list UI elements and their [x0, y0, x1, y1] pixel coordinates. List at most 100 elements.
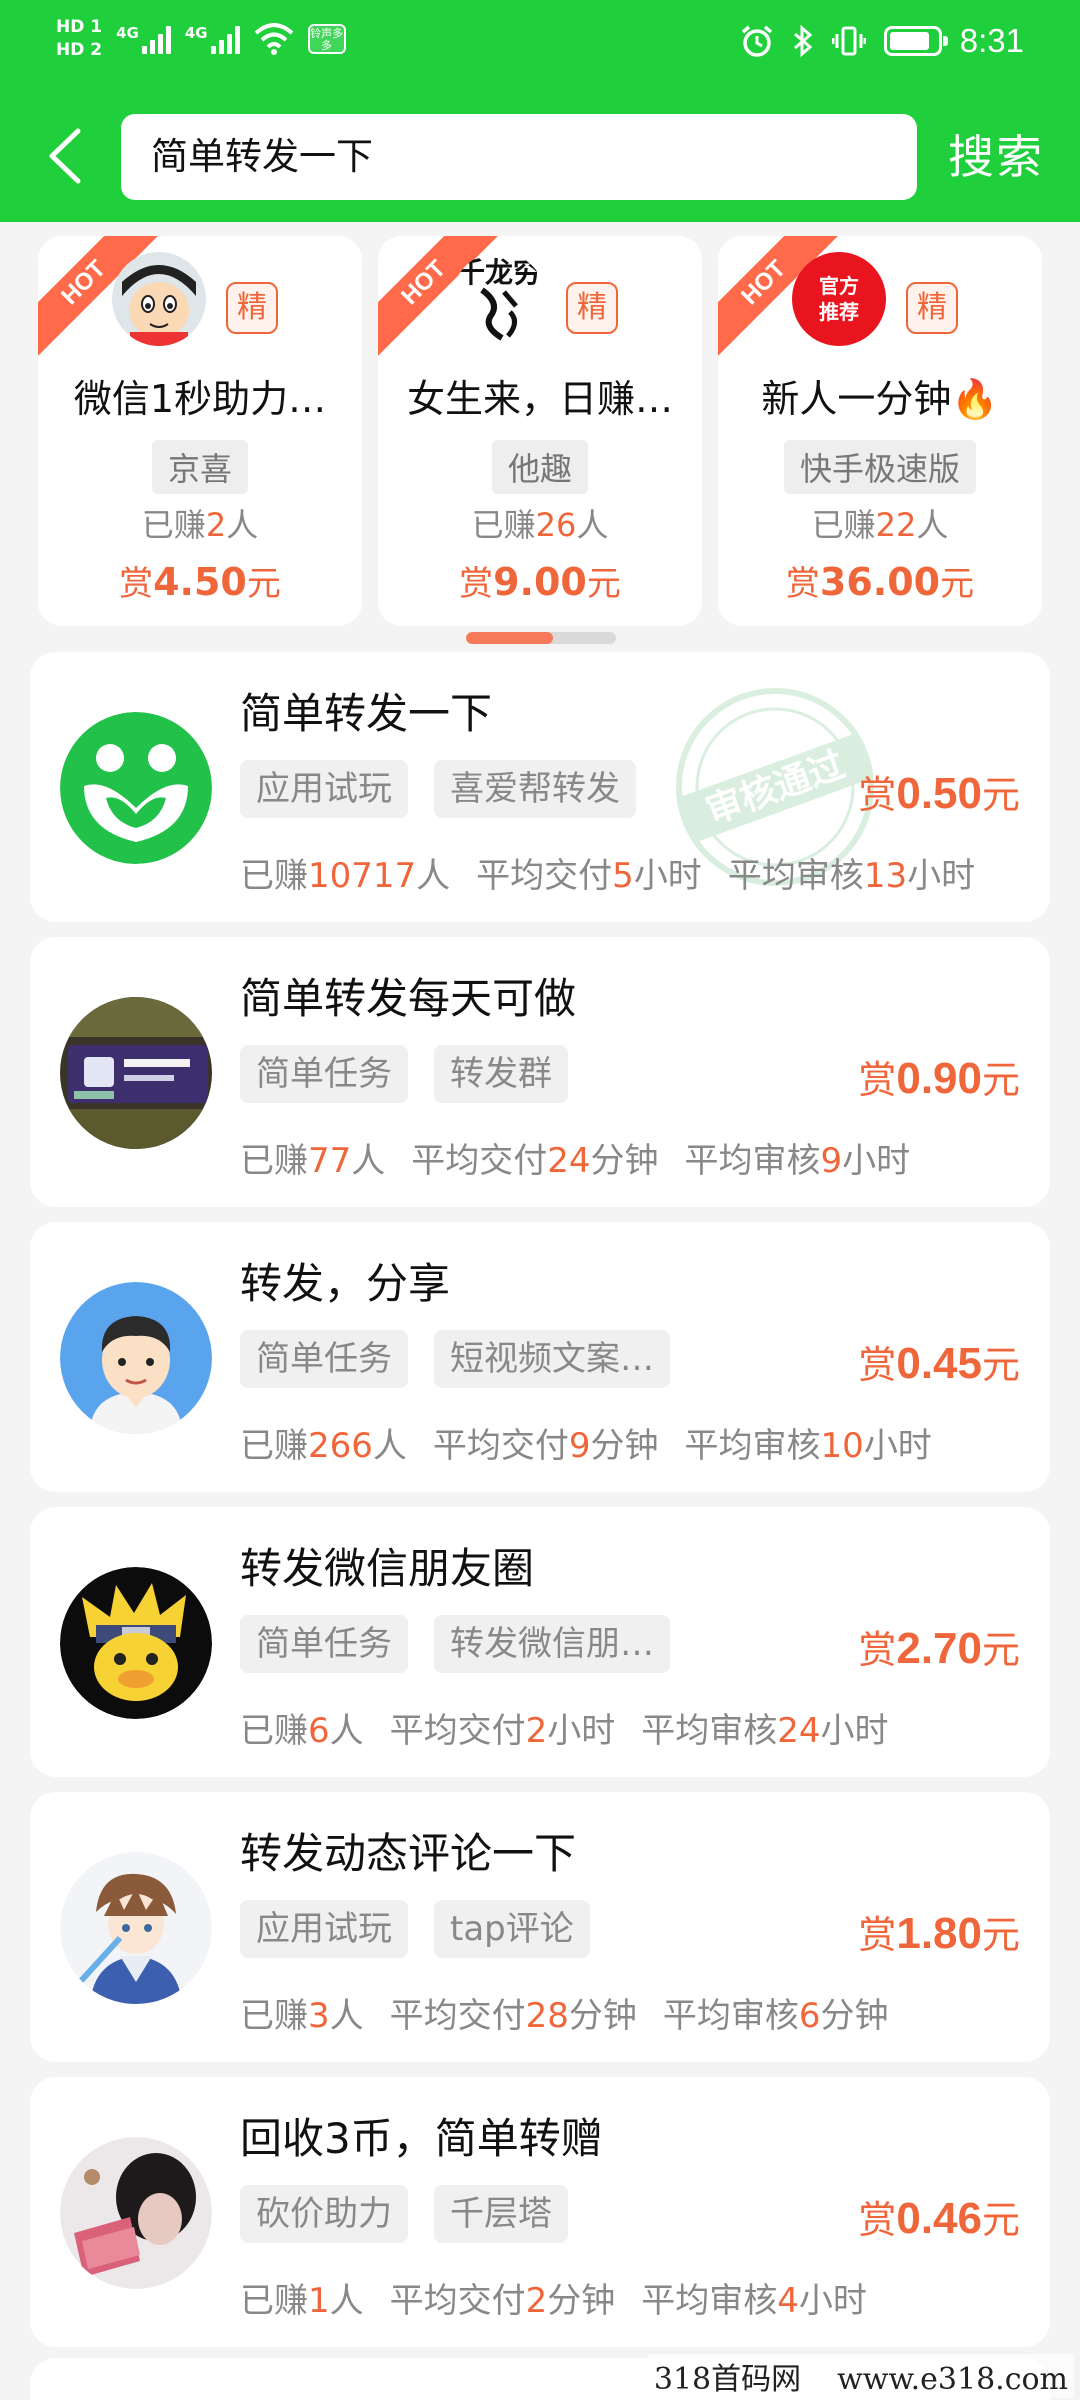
site-watermark: 318首码网 www.e318.com [647, 2354, 1074, 2398]
task-avatar [60, 2137, 212, 2289]
task-card[interactable]: 转发动态评论一下 应用试玩 tap评论 赏1.80元 已赚3人 平均交付28分钟平… [30, 1792, 1050, 2062]
status-bar: HD 1 HD 2 4G 4G 铃声多多 8:31 [0, 0, 1080, 90]
carousel-indicator-active [466, 632, 553, 644]
avg-review: 平均审核4小时 [641, 2281, 867, 2321]
task-title: 转发，分享 [240, 1259, 451, 1308]
task-tag: 简单任务 [240, 1330, 408, 1388]
task-avatar [60, 712, 212, 864]
avg-delivery: 平均交付9分钟 [432, 1426, 659, 1466]
chevron-left-icon [49, 128, 81, 184]
task-tag: 简单任务 [240, 1615, 408, 1673]
earned-count: 已赚6人 [240, 1711, 364, 1751]
search-input[interactable]: 简单转发一下 [121, 114, 917, 200]
task-card[interactable]: 审核通过 简单转发一下 应用试玩 喜爱帮转发 赏0.50元 已赚10717人 平均… [30, 652, 1050, 922]
task-tags: 简单任务 转发微信朋… [240, 1615, 670, 1673]
status-right: 8:31 [740, 22, 1024, 60]
search-row: 简单转发一下 搜索 [0, 110, 1080, 202]
task-tags: 应用试玩 喜爱帮转发 [240, 760, 636, 818]
task-title: 转发微信朋友圈 [240, 1544, 535, 1593]
task-tag: 砍价助力 [240, 2185, 408, 2243]
task-tag: 短视频文案… [434, 1330, 670, 1388]
avg-review: 平均审核24小时 [641, 1711, 889, 1751]
avg-review: 平均审核13小时 [727, 856, 976, 896]
featured-badge: 精 [566, 282, 618, 334]
task-card[interactable]: 简单转发每天可做 简单任务 转发群 赏0.90元 已赚77人 平均交付24分钟 平均… [30, 937, 1050, 1207]
task-tags: 砍价助力 千层塔 [240, 2185, 568, 2243]
battery-icon [883, 26, 948, 56]
hot-card-reward: 赏4.50元 [119, 560, 281, 604]
task-tag: 转发微信朋… [434, 1615, 670, 1673]
signal-bars-icon [141, 24, 171, 54]
task-stats: 已赚266人 平均交付9分钟 平均审核10小时 [240, 1418, 958, 1467]
task-reward: 赏0.50元 [858, 769, 1020, 818]
hot-card[interactable]: HOT 千龙穷 精 女生来，日赚… 他趣 已赚26人 赏9.00元 [378, 236, 702, 626]
avg-delivery: 平均交付24分钟 [411, 1141, 659, 1181]
official-recommend-logo: 官方 推荐 [792, 252, 886, 346]
task-avatar [60, 1567, 212, 1719]
avg-review: 平均审核10小时 [684, 1426, 932, 1466]
back-button[interactable] [36, 124, 92, 188]
hot-card-earned: 已赚22人 [811, 506, 949, 544]
avg-delivery: 平均交付2小时 [389, 1711, 616, 1751]
hd2-label: HD 2 [56, 40, 103, 60]
money-photo-icon [60, 2137, 212, 2289]
task-avatar [60, 1852, 212, 2004]
hd1-label: HD 1 [56, 17, 103, 37]
earned-count: 已赚77人 [240, 1141, 386, 1181]
vibrate-icon [831, 26, 866, 56]
avg-delivery: 平均交付5小时 [476, 856, 702, 896]
ninja-duck-icon [60, 1567, 212, 1719]
logo-line1: 官方 [819, 274, 859, 298]
task-stats: 已赚10717人 平均交付5小时 平均审核13小时 [240, 848, 1001, 897]
avg-delivery: 平均交付2分钟 [389, 2281, 616, 2321]
task-stats: 已赚6人 平均交付2小时 平均审核24小时 [240, 1703, 915, 1752]
hot-card-reward: 赏36.00元 [785, 560, 975, 604]
avg-delivery: 平均交付28分钟 [389, 1996, 637, 2036]
hot-card-logo [112, 252, 206, 346]
featured-badge: 精 [906, 282, 958, 334]
cartoon-man-icon [60, 1282, 212, 1434]
wifi-icon [254, 23, 293, 55]
task-tags: 简单任务 短视频文案… [240, 1330, 670, 1388]
carousel-indicator [466, 632, 616, 644]
hd-indicator: HD 1 HD 2 [56, 18, 102, 60]
cartoon-boy-icon [112, 252, 206, 346]
task-card[interactable]: 转发微信朋友圈 简单任务 转发微信朋… 赏2.70元 已赚6人 平均交付2小时 平均… [30, 1507, 1050, 1777]
task-tag: 转发群 [434, 1045, 568, 1103]
top-header: HD 1 HD 2 4G 4G 铃声多多 8:31 简单转发一下 搜索 [0, 0, 1080, 222]
task-tags: 应用试玩 tap评论 [240, 1900, 590, 1958]
task-card[interactable]: 回收3币，简单转赠 砍价助力 千层塔 赏0.46元 已赚1人 平均交付2分钟 平均审… [30, 2077, 1050, 2347]
hot-card[interactable]: HOT 官方 推荐 精 新人一分钟🔥 快手极速版 已赚22人 赏36.00元 [718, 236, 1042, 626]
task-list: 审核通过 简单转发一下 应用试玩 喜爱帮转发 赏0.50元 已赚10717人 平均… [30, 652, 1050, 2362]
signal-bars-icon [210, 24, 240, 54]
logo-line2: 推荐 [819, 300, 859, 324]
task-card[interactable]: 转发，分享 简单任务 短视频文案… 赏0.45元 已赚266人 平均交付9分钟 平均… [30, 1222, 1050, 1492]
calligraphy-logo-icon: 千龙穷 [457, 256, 541, 341]
hot-carousel: HOT 精 微信1秒助力… 京喜 已赚2人 赏4.50元 HOT 千龙穷 精 女… [0, 222, 1080, 652]
avg-review: 平均审核9小时 [684, 1141, 911, 1181]
hot-card[interactable]: HOT 精 微信1秒助力… 京喜 已赚2人 赏4.50元 [38, 236, 362, 626]
earned-count: 已赚266人 [240, 1426, 407, 1466]
hot-card-earned: 已赚26人 [471, 506, 609, 544]
task-title: 转发动态评论一下 [240, 1829, 577, 1878]
alarm-icon [741, 25, 772, 57]
green-heart-logo-icon [60, 712, 212, 864]
search-button[interactable]: 搜索 [948, 114, 1044, 200]
hot-card-logo: 千龙穷 [452, 252, 546, 346]
task-reward: 赏0.46元 [858, 2194, 1020, 2243]
task-stats: 已赚1人 平均交付2分钟 平均审核4小时 [240, 2273, 893, 2322]
task-tags: 简单任务 转发群 [240, 1045, 568, 1103]
product-photo-icon [60, 997, 212, 1149]
task-tag: 应用试玩 [240, 1900, 408, 1958]
task-reward: 赏2.70元 [858, 1624, 1020, 1673]
bluetooth-icon [793, 24, 813, 58]
status-left: HD 1 HD 2 4G 4G 铃声多多 [56, 18, 346, 60]
task-tag: 喜爱帮转发 [434, 760, 636, 818]
task-tag: 千层塔 [434, 2185, 568, 2243]
hot-card-earned: 已赚2人 [141, 506, 259, 544]
hot-card-title: 新人一分钟🔥 [761, 377, 999, 421]
task-tag: 简单任务 [240, 1045, 408, 1103]
task-avatar [60, 997, 212, 1149]
task-title: 回收3币，简单转赠 [240, 2114, 603, 2163]
task-avatar [60, 1282, 212, 1434]
